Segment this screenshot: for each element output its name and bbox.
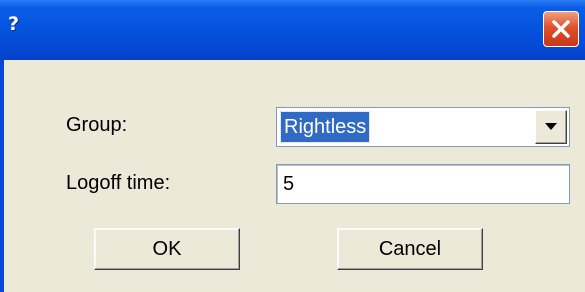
dropdown-button[interactable] (535, 110, 567, 144)
title-bar[interactable]: ? (0, 0, 585, 60)
close-icon (551, 19, 571, 39)
logoff-time-label: Logoff time: (66, 172, 171, 194)
logoff-time-input[interactable]: 5 (276, 164, 570, 204)
group-select-value: Rightless (279, 111, 371, 143)
group-label: Group: (66, 114, 128, 136)
group-select[interactable]: Rightless (276, 107, 570, 147)
logoff-time-value: 5 (283, 173, 295, 195)
ok-button[interactable]: OK (94, 228, 240, 270)
dialog-window: ? Group: Rightless Logoff time: 5 OK Can… (0, 0, 585, 292)
close-button[interactable] (543, 11, 579, 47)
cancel-button[interactable]: Cancel (337, 228, 483, 270)
window-title: ? (8, 13, 20, 35)
chevron-down-icon (544, 118, 558, 136)
